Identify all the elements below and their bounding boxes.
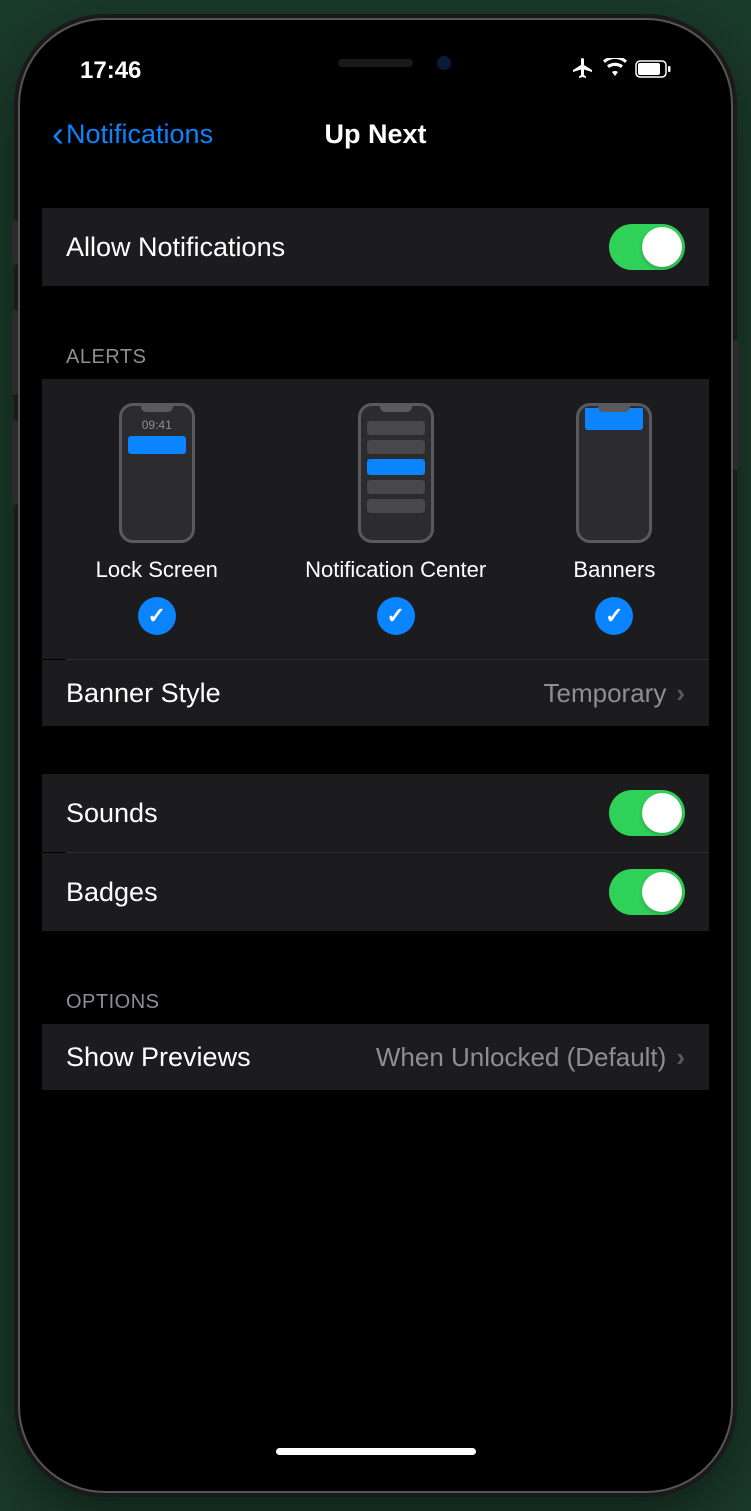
lock-screen-icon: 09:41 <box>119 403 195 543</box>
allow-notifications-row: Allow Notifications <box>42 208 709 286</box>
alert-banners[interactable]: Banners ✓ <box>573 403 655 635</box>
alerts-row: 09:41 Lock Screen ✓ <box>42 379 709 659</box>
volume-down-button <box>12 420 18 505</box>
check-icon: ✓ <box>595 597 633 635</box>
volume-up-button <box>12 310 18 395</box>
status-time: 17:46 <box>80 57 141 85</box>
front-camera <box>437 56 451 70</box>
screen: 17:46 ‹ Notifications Up Next <box>42 42 709 1469</box>
back-label: Notifications <box>66 119 213 150</box>
sounds-label: Sounds <box>66 798 158 829</box>
home-indicator[interactable] <box>276 1448 476 1455</box>
content: Allow Notifications ALERTS 09:41 Lock Sc… <box>42 168 709 1090</box>
alert-lock-label: Lock Screen <box>96 557 218 583</box>
banner-style-label: Banner Style <box>66 678 221 709</box>
phone-frame: 17:46 ‹ Notifications Up Next <box>20 20 731 1491</box>
check-icon: ✓ <box>377 597 415 635</box>
allow-notifications-label: Allow Notifications <box>66 232 285 263</box>
wifi-icon <box>603 57 627 85</box>
toggle-knob <box>642 872 682 912</box>
chevron-right-icon: › <box>676 1042 685 1073</box>
show-previews-row[interactable]: Show Previews When Unlocked (Default) › <box>42 1024 709 1090</box>
banner-style-value: Temporary <box>544 678 667 709</box>
alert-center-label: Notification Center <box>305 557 486 583</box>
notch <box>236 42 516 84</box>
toggle-knob <box>642 227 682 267</box>
alert-banners-label: Banners <box>573 557 655 583</box>
show-previews-label: Show Previews <box>66 1042 251 1073</box>
battery-icon <box>635 57 671 85</box>
badges-toggle[interactable] <box>609 869 685 915</box>
alert-lock-screen[interactable]: 09:41 Lock Screen ✓ <box>96 403 218 635</box>
banners-icon <box>576 403 652 543</box>
options-header: OPTIONS <box>42 979 709 1024</box>
sounds-toggle[interactable] <box>609 790 685 836</box>
speaker-grille <box>338 59 413 67</box>
airplane-mode-icon <box>571 56 595 87</box>
badges-label: Badges <box>66 877 158 908</box>
notification-center-icon <box>358 403 434 543</box>
allow-notifications-toggle[interactable] <box>609 224 685 270</box>
show-previews-value: When Unlocked (Default) <box>376 1042 666 1073</box>
toggle-knob <box>642 793 682 833</box>
badges-row: Badges <box>42 853 709 931</box>
nav-bar: ‹ Notifications Up Next <box>42 100 709 168</box>
chevron-left-icon: ‹ <box>52 116 64 152</box>
power-button <box>733 340 739 470</box>
check-icon: ✓ <box>138 597 176 635</box>
sounds-row: Sounds <box>42 774 709 852</box>
mute-switch <box>12 220 18 265</box>
back-button[interactable]: ‹ Notifications <box>52 116 213 152</box>
alert-notification-center[interactable]: Notification Center ✓ <box>305 403 486 635</box>
alerts-header: ALERTS <box>42 334 709 379</box>
banner-style-row[interactable]: Banner Style Temporary › <box>42 660 709 726</box>
chevron-right-icon: › <box>676 678 685 709</box>
page-title: Up Next <box>324 119 426 150</box>
